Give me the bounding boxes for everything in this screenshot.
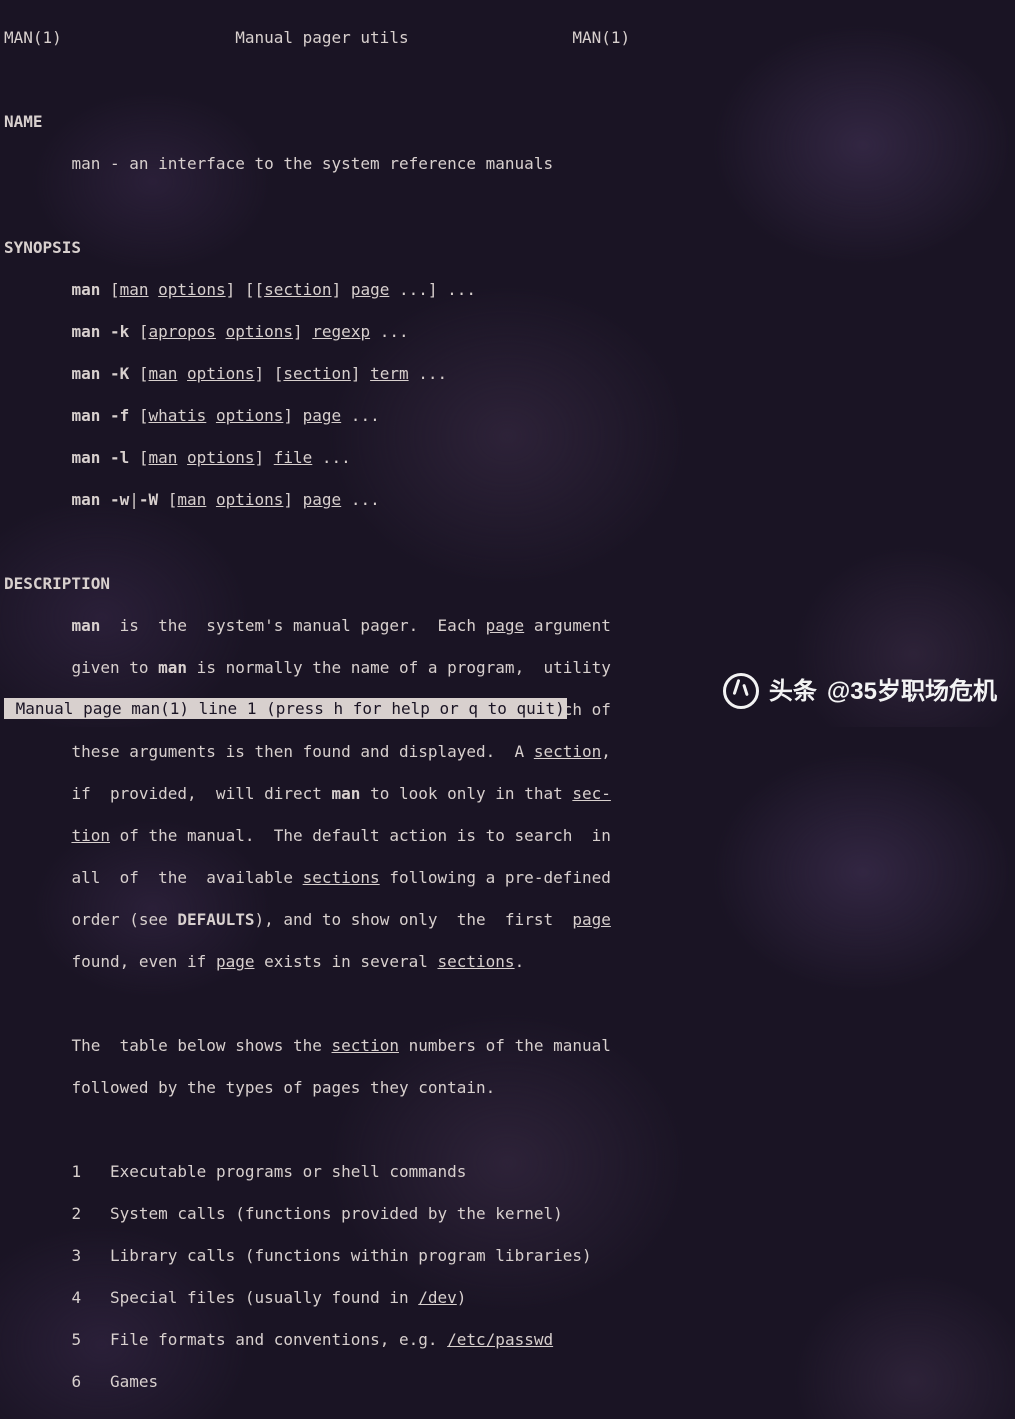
blank (4, 195, 1011, 216)
section-header-description: DESCRIPTION (4, 573, 1011, 594)
watermark: 头条 @35岁职场危机 (723, 673, 997, 709)
table-row: 1 Executable programs or shell commands (4, 1161, 1011, 1182)
blank (4, 69, 1011, 90)
synopsis-line: man -f [whatis options] page ... (4, 405, 1011, 426)
table-row: 3 Library calls (functions within progra… (4, 1245, 1011, 1266)
synopsis-line: man -w|-W [man options] page ... (4, 489, 1011, 510)
header-line: MAN(1) Manual pager utils MAN(1) (4, 27, 1011, 48)
section-header-synopsis: SYNOPSIS (4, 237, 1011, 258)
watermark-handle: @35岁职场危机 (827, 681, 997, 702)
desc-line: all of the available sections following … (4, 867, 1011, 888)
desc-line: The table below shows the section number… (4, 1035, 1011, 1056)
table-row: 2 System calls (functions provided by th… (4, 1203, 1011, 1224)
desc-line: order (see DEFAULTS), and to show only t… (4, 909, 1011, 930)
desc-line: these arguments is then found and displa… (4, 741, 1011, 762)
desc-line: if provided, will direct man to look onl… (4, 783, 1011, 804)
section-header-name: NAME (4, 111, 1011, 132)
blank (4, 1119, 1011, 1140)
pager-status-line[interactable]: Manual page man(1) line 1 (press h for h… (4, 698, 567, 719)
synopsis-line: man -K [man options] [section] term ... (4, 363, 1011, 384)
blank (4, 531, 1011, 552)
synopsis-line: man -k [apropos options] regexp ... (4, 321, 1011, 342)
table-row: 5 File formats and conventions, e.g. /et… (4, 1329, 1011, 1350)
blank (4, 993, 1011, 1014)
synopsis-line: man [man options] [[section] page ...] .… (4, 279, 1011, 300)
table-row: 6 Games (4, 1371, 1011, 1392)
toutiao-logo-icon (723, 673, 759, 709)
desc-line: found, even if page exists in several se… (4, 951, 1011, 972)
desc-line: man is the system's manual pager. Each p… (4, 615, 1011, 636)
table-row: 4 Special files (usually found in /dev) (4, 1287, 1011, 1308)
name-line: man - an interface to the system referen… (4, 153, 1011, 174)
desc-line: followed by the types of pages they cont… (4, 1077, 1011, 1098)
watermark-badge: 头条 (769, 681, 817, 702)
synopsis-line: man -l [man options] file ... (4, 447, 1011, 468)
desc-line: tion of the manual. The default action i… (4, 825, 1011, 846)
